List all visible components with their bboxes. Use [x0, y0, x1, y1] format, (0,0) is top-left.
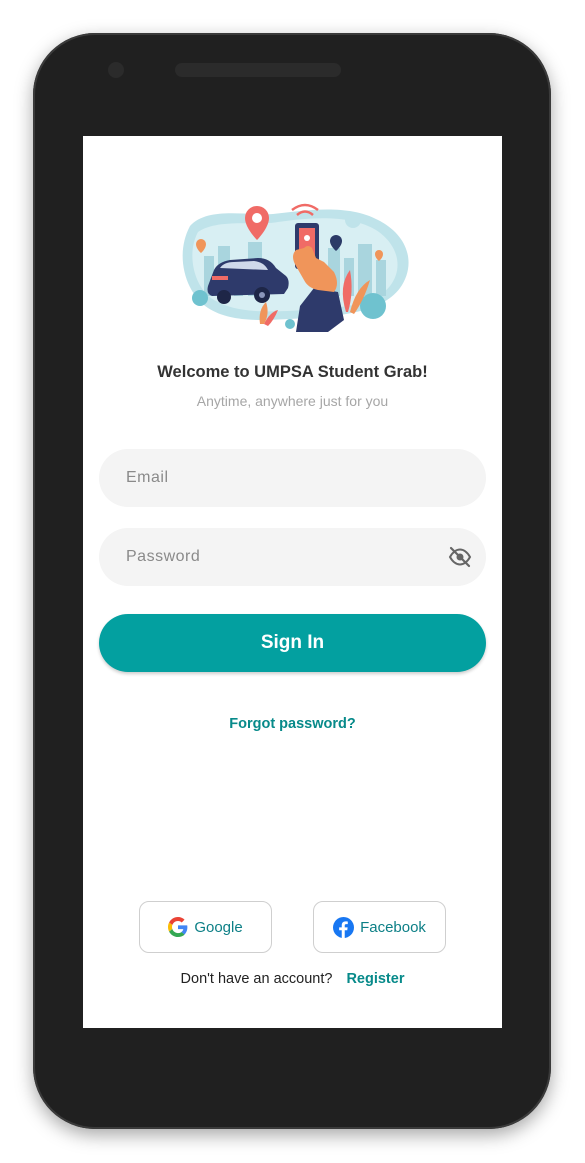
email-field[interactable]: [99, 449, 486, 507]
login-screen: Welcome to UMPSA Student Grab! Anytime, …: [83, 136, 502, 1028]
no-account-text: Don't have an account?: [180, 971, 333, 987]
phone-frame: Welcome to UMPSA Student Grab! Anytime, …: [33, 33, 551, 1129]
facebook-label: Facebook: [360, 918, 426, 936]
google-label: Google: [194, 918, 243, 936]
register-link[interactable]: Register: [346, 971, 404, 987]
camera-dot: [108, 62, 124, 78]
eye-off-icon[interactable]: [447, 545, 473, 569]
google-icon: [168, 917, 188, 937]
facebook-signin-button[interactable]: Facebook: [313, 901, 446, 953]
welcome-title: Welcome to UMPSA Student Grab!: [157, 363, 428, 381]
speaker-grille: [175, 63, 341, 77]
google-signin-button[interactable]: Google: [139, 901, 272, 953]
register-prompt: Don't have an account? Register: [83, 971, 502, 987]
facebook-icon: [333, 916, 355, 938]
welcome-subtitle: Anytime, anywhere just for you: [196, 393, 389, 409]
forgot-password-link[interactable]: Forgot password?: [83, 716, 502, 732]
ride-hailing-illustration: [182, 203, 409, 332]
sign-in-button[interactable]: Sign In: [99, 614, 486, 672]
password-field[interactable]: [99, 528, 486, 586]
